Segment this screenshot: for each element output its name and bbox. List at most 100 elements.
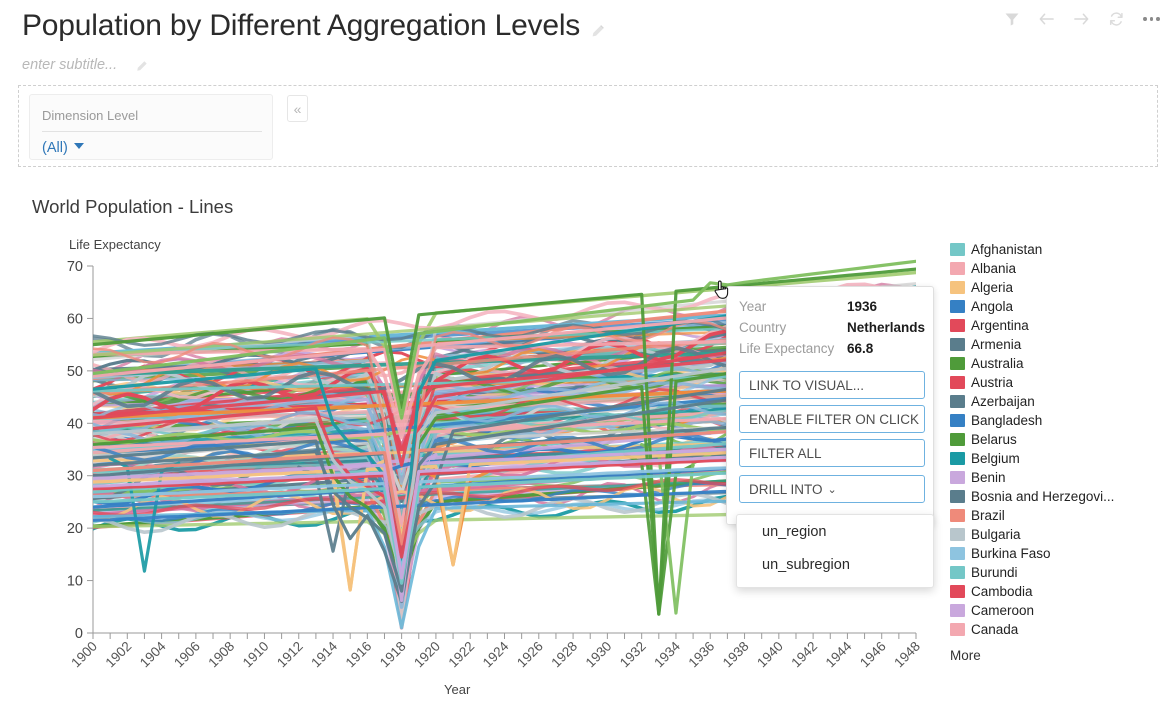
x-axis-tick-label: 1928 <box>548 639 580 671</box>
legend-label: Belgium <box>971 451 1020 466</box>
y-axis-tick-label: 40 <box>67 416 83 432</box>
legend-swatch <box>950 357 965 370</box>
chevron-down-icon[interactable] <box>73 143 84 149</box>
enable-filter-on-click-button[interactable]: ENABLE FILTER ON CLICK <box>739 405 925 433</box>
legend-label: Benin <box>971 470 1006 485</box>
legend-label: Cameroon <box>971 603 1035 618</box>
legend-label: Bulgaria <box>971 527 1021 542</box>
legend-swatch <box>950 452 965 465</box>
legend-label: Burundi <box>971 565 1018 580</box>
x-axis-tick-label: 1918 <box>377 639 409 671</box>
tooltip-action-buttons: LINK TO VISUAL... ENABLE FILTER ON CLICK F… <box>739 371 925 509</box>
legend-item[interactable]: Canada <box>950 620 1170 639</box>
chart-legend: Afghanistan Albania Algeria Angola Argentina… <box>950 240 1170 639</box>
x-axis-tick-label: 1938 <box>720 639 752 671</box>
legend-item[interactable]: Australia <box>950 354 1170 373</box>
x-axis-tick-label: 1914 <box>308 638 340 670</box>
drill-into-label: DRILL INTO <box>749 481 823 497</box>
x-axis-tick-label: 1900 <box>68 639 100 671</box>
legend-label: Cambodia <box>971 584 1033 599</box>
dimension-level-filter-card[interactable]: Dimension Level (All) <box>29 94 273 160</box>
tooltip-value: Netherlands <box>847 320 926 335</box>
x-axis-tick-label: 1932 <box>617 639 649 671</box>
filter-divider <box>42 131 262 132</box>
legend-label: Brazil <box>971 508 1005 523</box>
legend-swatch <box>950 262 965 275</box>
legend-item[interactable]: Belarus <box>950 430 1170 449</box>
filter-panel: Dimension Level (All) « <box>18 85 1158 167</box>
dimension-level-value-text: (All) <box>42 140 68 156</box>
legend-item[interactable]: Burundi <box>950 563 1170 582</box>
x-axis-tick-label: 1944 <box>823 638 855 670</box>
filter-icon[interactable] <box>1003 10 1020 27</box>
legend-item[interactable]: Bulgaria <box>950 525 1170 544</box>
x-axis-tick-label: 1936 <box>686 639 718 671</box>
drill-into-submenu: un_region un_subregion <box>736 514 934 588</box>
legend-more-link[interactable]: More <box>950 648 981 663</box>
x-axis-tick-label: 1902 <box>103 639 135 671</box>
legend-item[interactable]: Bangladesh <box>950 411 1170 430</box>
edit-title-pencil-icon[interactable] <box>590 24 605 39</box>
legend-item[interactable]: Bosnia and Herzegovi... <box>950 487 1170 506</box>
legend-item[interactable]: Cambodia <box>950 582 1170 601</box>
legend-item[interactable]: Cameroon <box>950 601 1170 620</box>
legend-item[interactable]: Belgium <box>950 449 1170 468</box>
drill-item-un-region[interactable]: un_region <box>737 515 933 548</box>
y-axis-tick-label: 30 <box>67 469 83 485</box>
legend-item[interactable]: Azerbaijan <box>950 392 1170 411</box>
legend-item[interactable]: Burkina Faso <box>950 544 1170 563</box>
legend-label: Bangladesh <box>971 413 1043 428</box>
legend-label: Armenia <box>971 337 1022 352</box>
legend-swatch <box>950 414 965 427</box>
dimension-level-value[interactable]: (All) <box>42 140 84 156</box>
tooltip-key: Country <box>739 320 787 335</box>
subtitle-placeholder[interactable]: enter subtitle... <box>22 57 117 73</box>
tooltip-row: Year 1936 <box>739 299 925 320</box>
legend-item[interactable]: Armenia <box>950 335 1170 354</box>
legend-swatch <box>950 376 965 389</box>
legend-swatch <box>950 623 965 636</box>
legend-item[interactable]: Albania <box>950 259 1170 278</box>
legend-label: Afghanistan <box>971 242 1043 257</box>
drill-item-un-subregion[interactable]: un_subregion <box>737 548 933 581</box>
back-arrow-icon[interactable] <box>1038 10 1055 27</box>
legend-swatch <box>950 281 965 294</box>
tooltip-key: Year <box>739 299 767 314</box>
data-point-tooltip: Year 1936 Country Netherlands Life Expectanc… <box>726 286 934 525</box>
legend-label: Belarus <box>971 432 1017 447</box>
edit-subtitle-pencil-icon[interactable] <box>135 60 150 75</box>
y-axis-tick-label: 10 <box>67 574 83 590</box>
collapse-filter-button[interactable]: « <box>287 95 308 122</box>
legend-swatch <box>950 338 965 351</box>
legend-item[interactable]: Argentina <box>950 316 1170 335</box>
x-axis-tick-label: 1906 <box>171 639 203 671</box>
legend-item[interactable]: Austria <box>950 373 1170 392</box>
legend-label: Algeria <box>971 280 1014 295</box>
legend-swatch <box>950 243 965 256</box>
legend-swatch <box>950 395 965 408</box>
more-options-icon[interactable] <box>1143 10 1161 27</box>
legend-item[interactable]: Afghanistan <box>950 240 1170 259</box>
filter-all-button[interactable]: FILTER ALL <box>739 439 925 467</box>
x-axis-tick-label: 1942 <box>788 639 820 671</box>
x-axis-tick-label: 1912 <box>274 639 306 671</box>
legend-label: Argentina <box>971 318 1029 333</box>
forward-arrow-icon[interactable] <box>1073 10 1090 27</box>
pointing-hand-cursor <box>714 280 729 299</box>
legend-item[interactable]: Algeria <box>950 278 1170 297</box>
x-axis-tick-label: 1904 <box>137 638 169 670</box>
legend-label: Angola <box>971 299 1014 314</box>
y-axis-tick-label: 60 <box>67 311 83 327</box>
legend-label: Burkina Faso <box>971 546 1051 561</box>
x-axis-tick-label: 1926 <box>514 639 546 671</box>
refresh-icon[interactable] <box>1108 10 1125 27</box>
x-axis-tick-label: 1930 <box>583 639 615 671</box>
tooltip-key: Life Expectancy <box>739 341 835 356</box>
link-to-visual-button[interactable]: LINK TO VISUAL... <box>739 371 925 399</box>
legend-item[interactable]: Brazil <box>950 506 1170 525</box>
legend-swatch <box>950 566 965 579</box>
legend-item[interactable]: Benin <box>950 468 1170 487</box>
drill-into-button[interactable]: DRILL INTO ⌄ <box>739 475 925 503</box>
legend-item[interactable]: Angola <box>950 297 1170 316</box>
tooltip-row: Life Expectancy 66.8 <box>739 341 925 362</box>
